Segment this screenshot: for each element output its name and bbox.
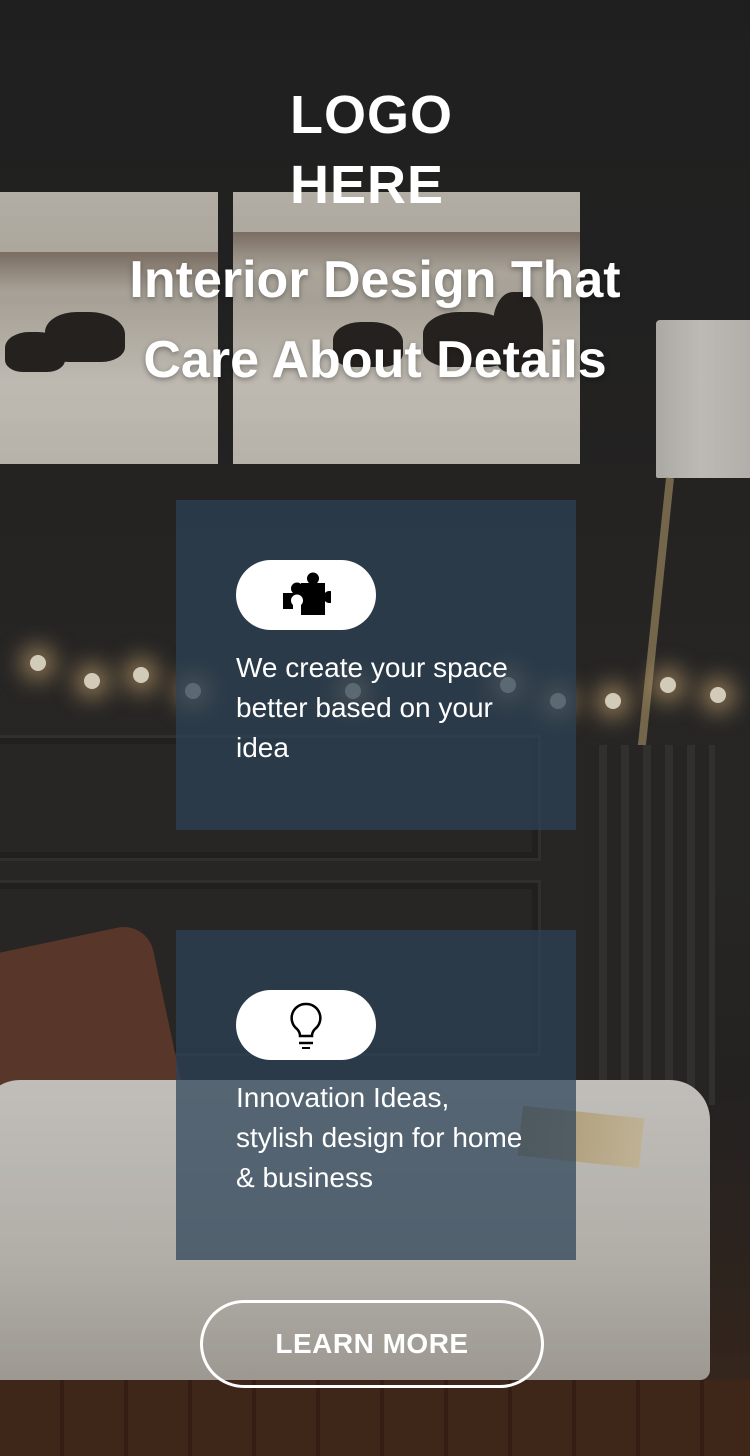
logo[interactable]: LOGO HERE: [0, 80, 750, 220]
learn-more-button[interactable]: LEARN MORE: [200, 1300, 544, 1388]
feature-card: Innovation Ideas, stylish design for hom…: [176, 930, 576, 1260]
feature-card: We create your space better based on you…: [176, 500, 576, 830]
feature-text: We create your space better based on you…: [236, 652, 508, 763]
feature-icon-pill: [236, 990, 376, 1060]
feature-text: Innovation Ideas, stylish design for hom…: [236, 1082, 523, 1193]
hero-headline: Interior Design That Care About Details: [129, 251, 621, 389]
lightbulb-icon: [290, 1002, 322, 1049]
puzzle-icon: [283, 572, 331, 615]
logo-text: LOGO HERE: [290, 85, 453, 215]
feature-icon-pill: [236, 560, 376, 630]
